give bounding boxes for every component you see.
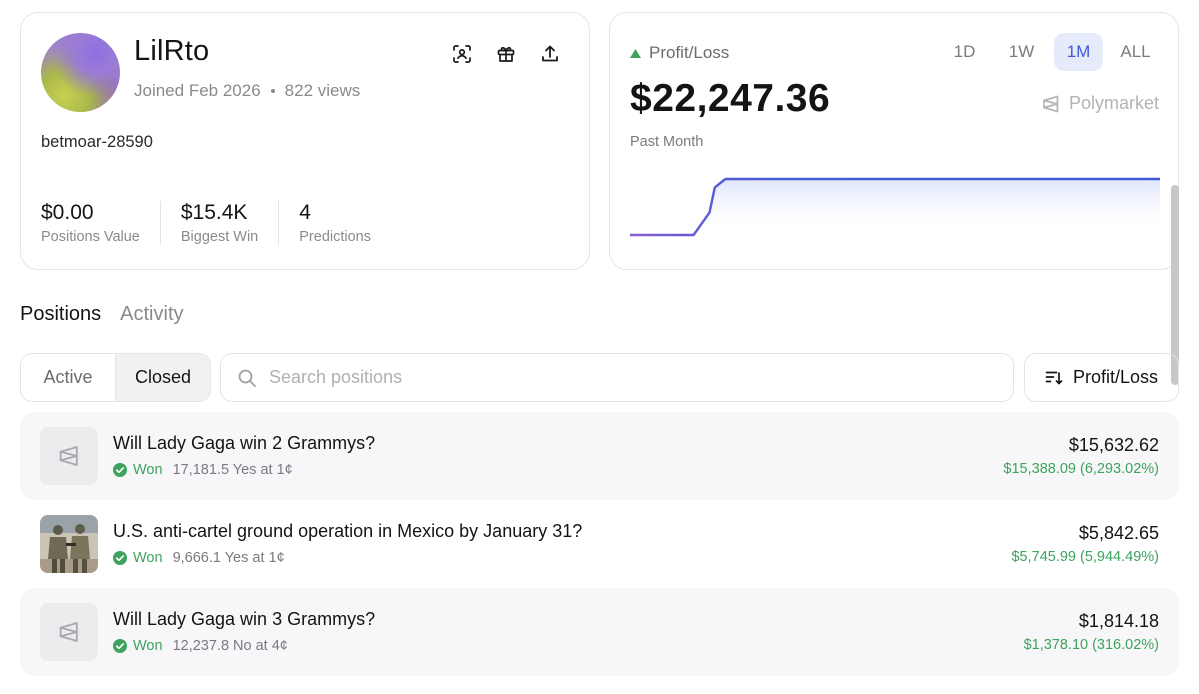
position-thumbnail xyxy=(40,603,98,661)
scan-icon xyxy=(453,45,471,63)
won-label: Won xyxy=(133,638,163,654)
position-value: $15,632.62 xyxy=(1068,435,1159,455)
avatar[interactable] xyxy=(41,33,120,112)
position-thumbnail xyxy=(40,427,98,485)
position-shares: 17,181.5 Yes at 1¢ xyxy=(172,462,293,478)
check-circle-icon xyxy=(113,551,127,565)
position-shares: 12,237.8 No at 4¢ xyxy=(172,638,288,654)
gift-icon xyxy=(497,46,515,62)
position-title: Will Lady Gaga win 3 Grammys? xyxy=(113,609,376,629)
separator-dot xyxy=(270,89,275,93)
position-value: $5,842.65 xyxy=(1078,523,1159,543)
stat-label: Predictions xyxy=(299,229,371,245)
range-tab-all[interactable]: ALL xyxy=(1111,33,1160,71)
polymarket-brand[interactable]: Polymarket xyxy=(1041,93,1159,114)
position-status: Won 12,237.8 No at 4¢ xyxy=(113,638,288,654)
position-gain: $1,378.10 (316.02%) xyxy=(1023,637,1159,653)
position-status: Won 17,181.5 Yes at 1¢ xyxy=(113,462,293,478)
pnl-value: $22,247.36 xyxy=(630,77,831,120)
segment-closed[interactable]: Closed xyxy=(115,354,210,401)
share-icon xyxy=(542,45,558,62)
view-count: 822 views xyxy=(284,81,361,100)
pnl-chart xyxy=(630,177,1160,237)
position-shares: 9,666.1 Yes at 1¢ xyxy=(172,550,285,566)
brand-label: Polymarket xyxy=(1068,93,1159,113)
segment-active[interactable]: Active xyxy=(21,354,115,401)
positions-list: Will Lady Gaga win 2 Grammys? Won 17,181… xyxy=(20,412,1179,676)
stat-positions-value: $0.00 Positions Value xyxy=(41,201,160,245)
profile-stats: $0.00 Positions Value $15.4K Biggest Win… xyxy=(41,201,391,245)
position-title: Will Lady Gaga win 2 Grammys? xyxy=(113,433,376,453)
stat-label: Positions Value xyxy=(41,229,140,245)
sort-icon xyxy=(1045,371,1063,385)
search-box[interactable] xyxy=(220,353,1014,402)
position-row[interactable]: Will Lady Gaga win 3 Grammys? Won 12,237… xyxy=(20,588,1179,676)
stat-predictions: 4 Predictions xyxy=(278,201,391,245)
triangle-up-icon xyxy=(630,48,641,58)
profile-handle: betmoar-28590 xyxy=(41,133,153,151)
profile-meta: Joined Feb 2026 822 views xyxy=(134,81,360,101)
stat-value: 4 xyxy=(299,201,311,224)
sort-label: Profit/Loss xyxy=(1072,367,1159,387)
search-icon xyxy=(238,369,256,387)
stat-biggest-win: $15.4K Biggest Win xyxy=(159,201,278,245)
stat-value: $15.4K xyxy=(180,201,248,224)
sort-button[interactable]: Profit/Loss xyxy=(1024,353,1179,402)
scan-button[interactable] xyxy=(449,41,475,67)
position-title: U.S. anti-cartel ground operation in Mex… xyxy=(113,521,583,541)
range-tab-1d[interactable]: 1D xyxy=(940,33,989,71)
position-status: Won 9,666.1 Yes at 1¢ xyxy=(113,550,285,566)
tab-positions[interactable]: Positions xyxy=(20,303,101,326)
polymarket-icon xyxy=(59,622,78,642)
polymarket-icon xyxy=(1043,95,1059,112)
check-circle-icon xyxy=(113,463,127,477)
pnl-card: Profit/Loss $22,247.36 Past Month 1D 1W … xyxy=(609,12,1179,270)
tab-activity[interactable]: Activity xyxy=(120,303,183,326)
won-label: Won xyxy=(133,550,163,566)
polymarket-icon xyxy=(59,446,78,466)
main-tabs: Positions Activity xyxy=(20,303,184,326)
position-thumbnail xyxy=(40,515,98,573)
range-tab-1w[interactable]: 1W xyxy=(997,33,1046,71)
search-input[interactable] xyxy=(269,367,969,388)
stat-label: Biggest Win xyxy=(180,229,259,245)
position-row[interactable]: U.S. anti-cartel ground operation in Mex… xyxy=(20,500,1179,588)
share-button[interactable] xyxy=(537,41,563,67)
check-circle-icon xyxy=(113,639,127,653)
gift-button[interactable] xyxy=(493,41,519,67)
pnl-label-text: Profit/Loss xyxy=(649,43,730,62)
pnl-label: Profit/Loss xyxy=(630,43,729,63)
soldiers-photo xyxy=(40,515,98,573)
profile-card: LilRto Joined Feb 2026 822 views betmoar… xyxy=(20,12,590,270)
position-row[interactable]: Will Lady Gaga win 2 Grammys? Won 17,181… xyxy=(20,412,1179,500)
username: LilRto xyxy=(134,35,210,67)
status-segment: Active Closed xyxy=(20,353,211,402)
pnl-period: Past Month xyxy=(630,134,704,150)
position-gain: $15,388.09 (6,293.02%) xyxy=(1003,461,1159,477)
position-gain: $5,745.99 (5,944.49%) xyxy=(1011,549,1159,565)
joined-date: Joined Feb 2026 xyxy=(134,81,261,100)
range-tabs: 1D 1W 1M ALL xyxy=(940,33,1160,71)
range-tab-1m[interactable]: 1M xyxy=(1054,33,1103,71)
position-value: $1,814.18 xyxy=(1078,611,1159,631)
stat-value: $0.00 xyxy=(41,201,94,224)
won-label: Won xyxy=(133,462,163,478)
